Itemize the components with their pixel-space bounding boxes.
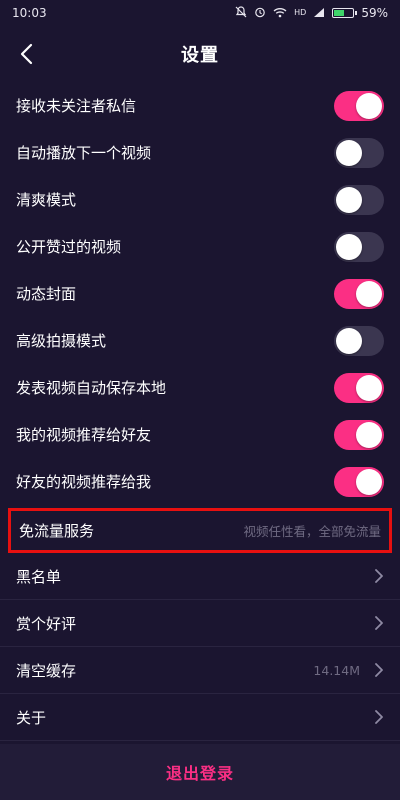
toggle-knob — [336, 186, 362, 213]
toggle-knob — [356, 280, 382, 307]
status-bar: 10:03 HD 59% — [0, 0, 400, 26]
setting-toggle[interactable] — [334, 466, 384, 497]
settings-list: 接收未关注者私信 自动播放下一个视频 清爽模式公开赞过的视频 动态封面高级拍摄模式发表… — [0, 82, 400, 741]
status-time: 10:03 — [12, 6, 47, 20]
setting-toggle[interactable] — [334, 325, 384, 356]
alarm-icon — [254, 6, 266, 20]
link-label: 黑名单 — [16, 567, 62, 586]
link-label: 清空缓存 — [16, 661, 77, 680]
setting-row: 好友的视频推荐给我 — [0, 458, 400, 505]
link-row[interactable]: 赏个好评 — [0, 600, 400, 647]
setting-label: 自动播放下一个视频 — [16, 144, 152, 162]
chevron-right-icon — [375, 663, 383, 677]
setting-row: 公开赞过的视频 — [0, 223, 400, 270]
link-value: 14.14M — [313, 662, 360, 678]
logout-area: 退出登录 — [0, 744, 400, 800]
setting-toggle[interactable] — [334, 137, 384, 168]
toggle-section: 接收未关注者私信 自动播放下一个视频 清爽模式公开赞过的视频 动态封面高级拍摄模式发表… — [0, 82, 400, 505]
status-icons: HD 59% — [235, 6, 388, 20]
battery-icon — [332, 8, 358, 18]
setting-label: 好友的视频推荐给我 — [16, 473, 152, 491]
setting-toggle[interactable] — [334, 184, 384, 215]
link-row[interactable]: 清空缓存 14.14M — [0, 647, 400, 694]
setting-row: 发表视频自动保存本地 — [0, 364, 400, 411]
toggle-knob — [356, 92, 382, 119]
toggle-knob — [356, 374, 382, 401]
link-label: 赏个好评 — [16, 614, 77, 633]
link-section: 黑名单赏个好评清空缓存 14.14M 关于 — [0, 553, 400, 741]
setting-label: 清爽模式 — [16, 191, 77, 209]
link-label: 关于 — [16, 708, 47, 727]
link-right — [374, 569, 384, 583]
link-row[interactable]: 黑名单 — [0, 553, 400, 600]
link-right — [374, 710, 384, 724]
signal-hd-label: HD — [294, 8, 307, 17]
toggle-knob — [356, 421, 382, 448]
link-right: 14.14M — [313, 663, 384, 678]
wifi-icon — [273, 7, 287, 20]
chevron-right-icon — [375, 710, 383, 724]
setting-label: 高级拍摄模式 — [16, 332, 107, 350]
setting-toggle[interactable] — [334, 372, 384, 403]
setting-row: 我的视频推荐给好友 — [0, 411, 400, 458]
free-traffic-row[interactable]: 免流量服务 视频任性看，全部免流量 — [8, 508, 392, 553]
link-right — [374, 616, 384, 630]
setting-label: 发表视频自动保存本地 — [16, 379, 167, 397]
chevron-right-icon — [375, 616, 383, 630]
setting-row: 高级拍摄模式 — [0, 317, 400, 364]
setting-label: 接收未关注者私信 — [16, 97, 137, 115]
chevron-right-icon — [375, 569, 383, 583]
page-title: 设置 — [181, 45, 219, 66]
setting-toggle[interactable] — [334, 90, 384, 121]
signal-icon — [313, 7, 325, 20]
setting-label: 公开赞过的视频 — [16, 238, 122, 256]
battery-percent: 59% — [361, 6, 388, 20]
back-button[interactable] — [10, 38, 42, 70]
mute-icon — [235, 6, 247, 20]
setting-row: 自动播放下一个视频 — [0, 129, 400, 176]
setting-toggle[interactable] — [334, 419, 384, 450]
toggle-knob — [336, 327, 362, 354]
chevron-left-icon — [20, 43, 33, 65]
setting-row: 清爽模式 — [0, 176, 400, 223]
battery-level-fill — [334, 10, 345, 16]
setting-toggle[interactable] — [334, 278, 384, 309]
link-row[interactable]: 关于 — [0, 694, 400, 741]
setting-label: 动态封面 — [16, 285, 77, 303]
setting-toggle[interactable] — [334, 231, 384, 262]
toggle-knob — [356, 468, 382, 495]
free-traffic-value: 视频任性看，全部免流量 — [243, 524, 381, 539]
toggle-knob — [336, 139, 362, 166]
free-traffic-label: 免流量服务 — [19, 522, 95, 540]
header: 设置 — [0, 26, 400, 82]
setting-label: 我的视频推荐给好友 — [16, 426, 152, 444]
setting-row: 动态封面 — [0, 270, 400, 317]
toggle-knob — [336, 233, 362, 260]
logout-button[interactable]: 退出登录 — [166, 760, 234, 784]
setting-row: 接收未关注者私信 — [0, 82, 400, 129]
